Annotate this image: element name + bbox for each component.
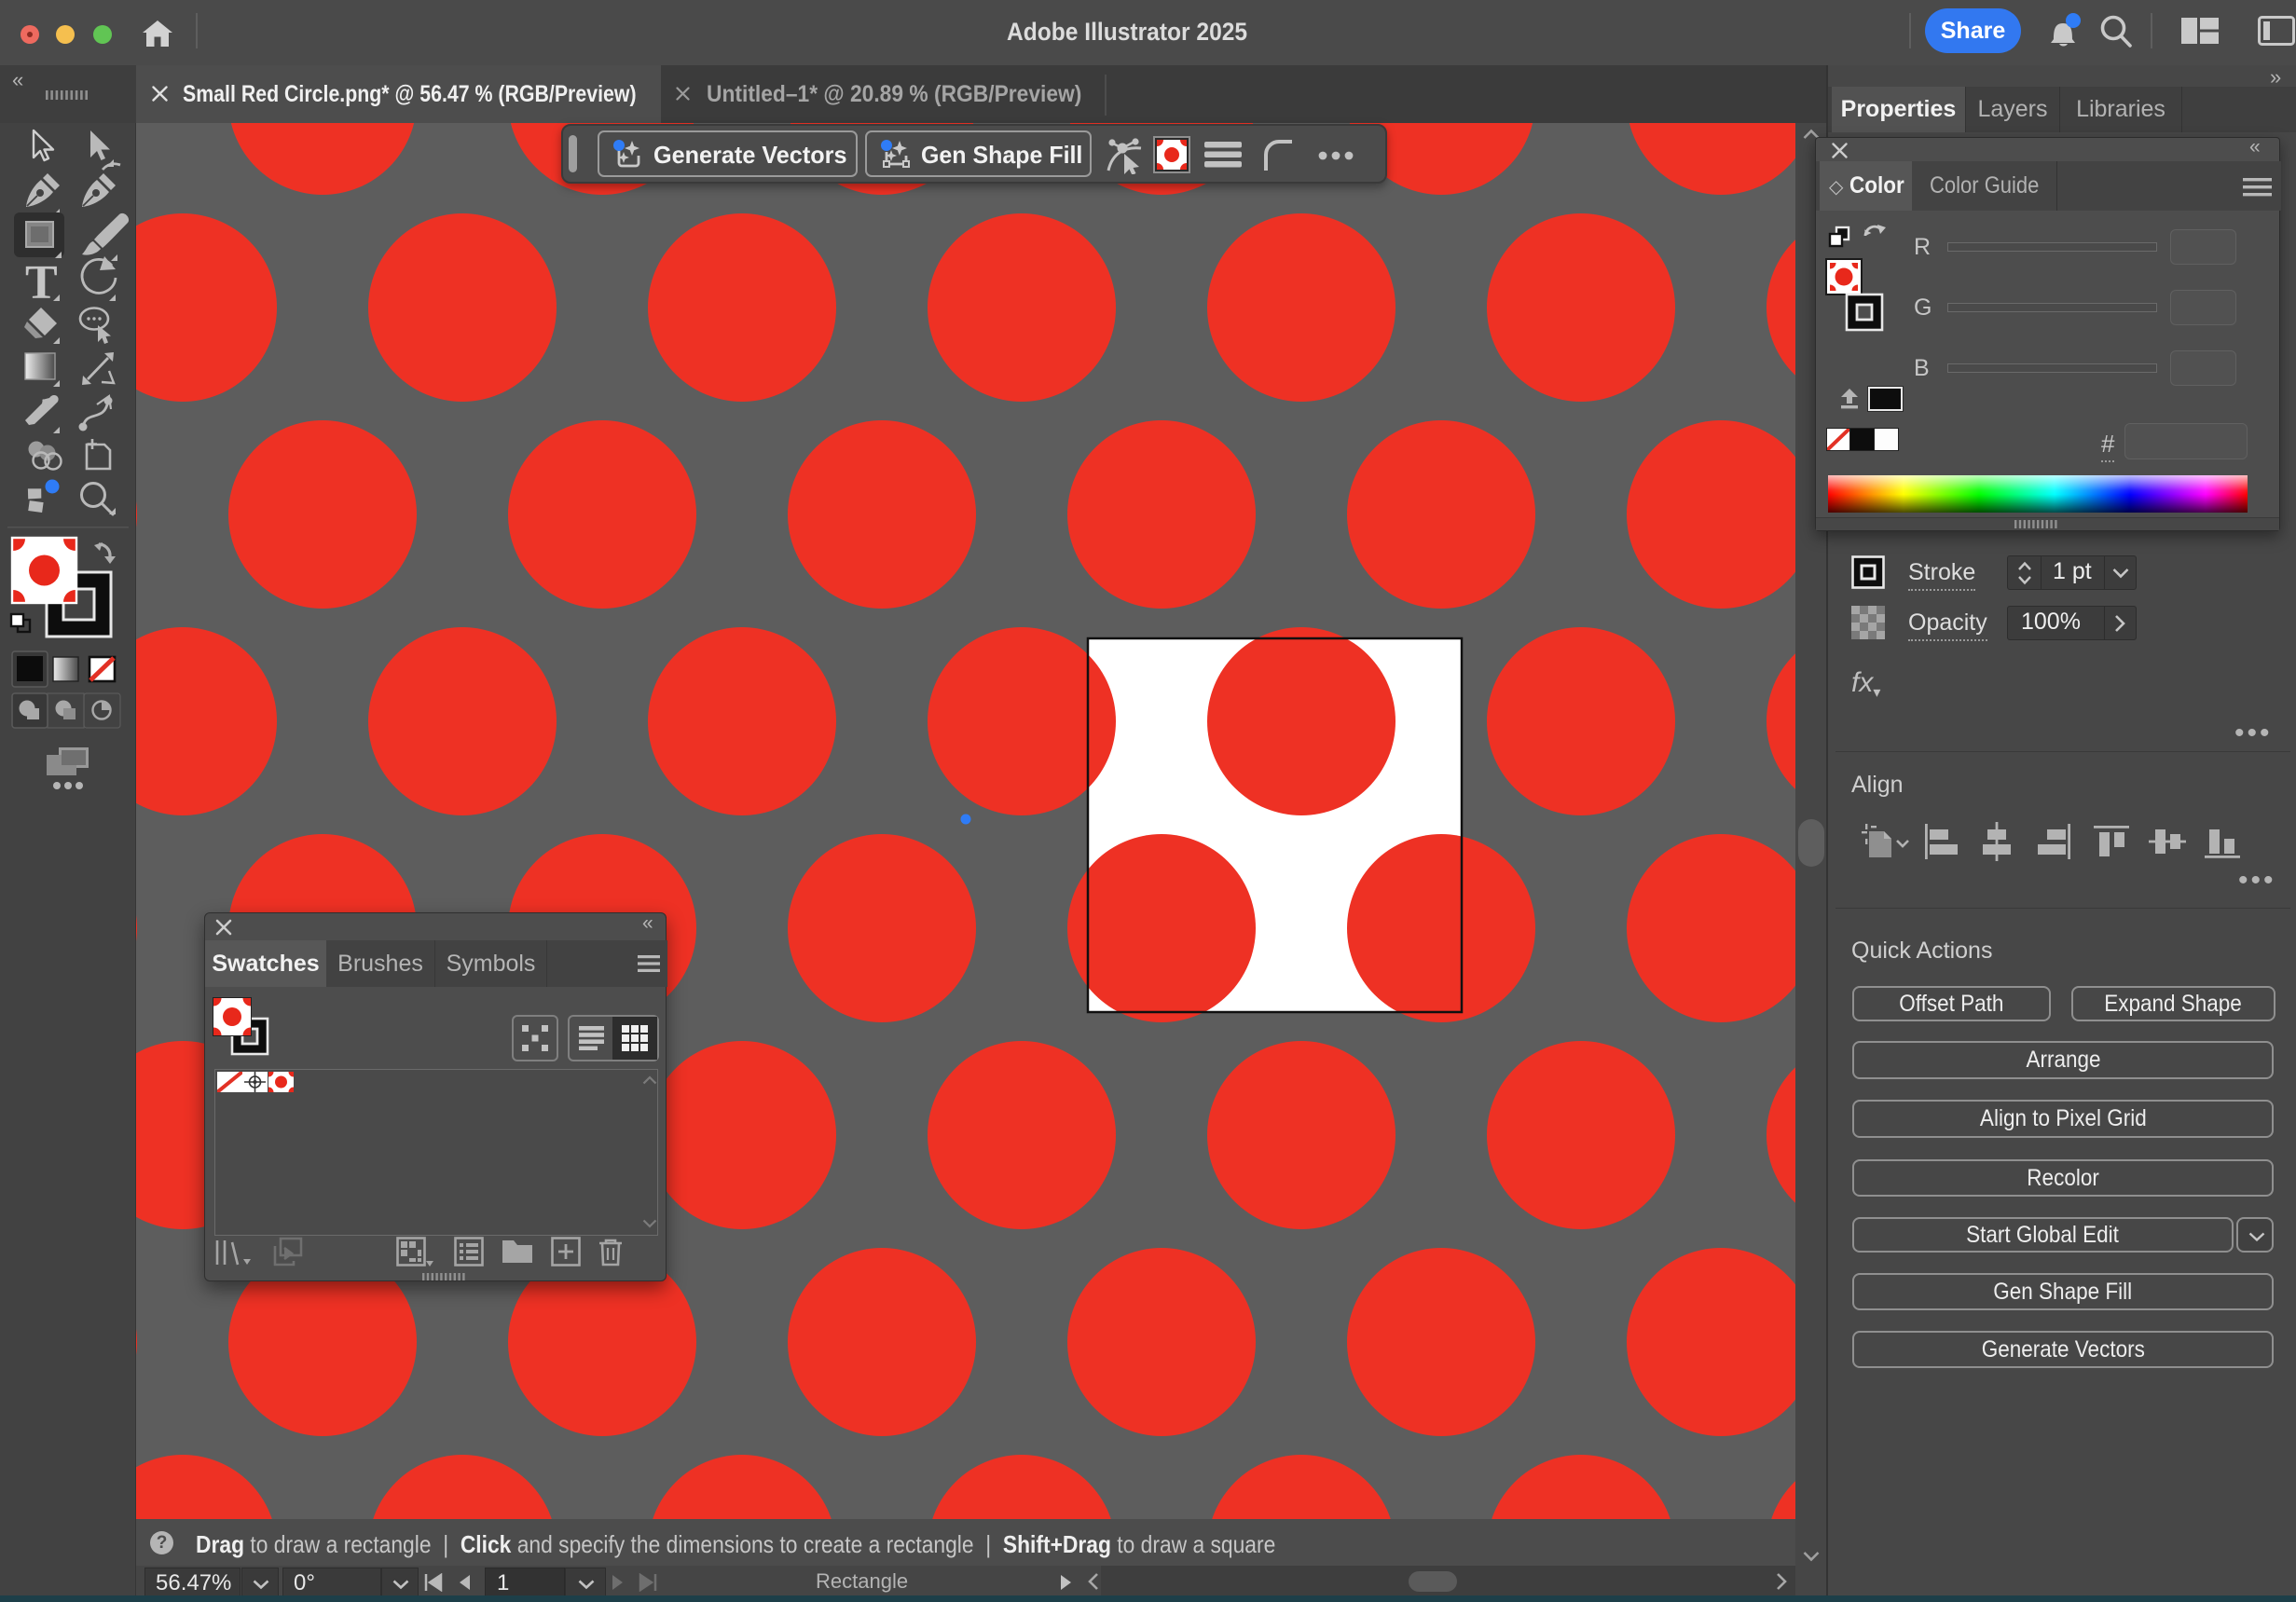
svg-text:T: T [25, 256, 58, 309]
